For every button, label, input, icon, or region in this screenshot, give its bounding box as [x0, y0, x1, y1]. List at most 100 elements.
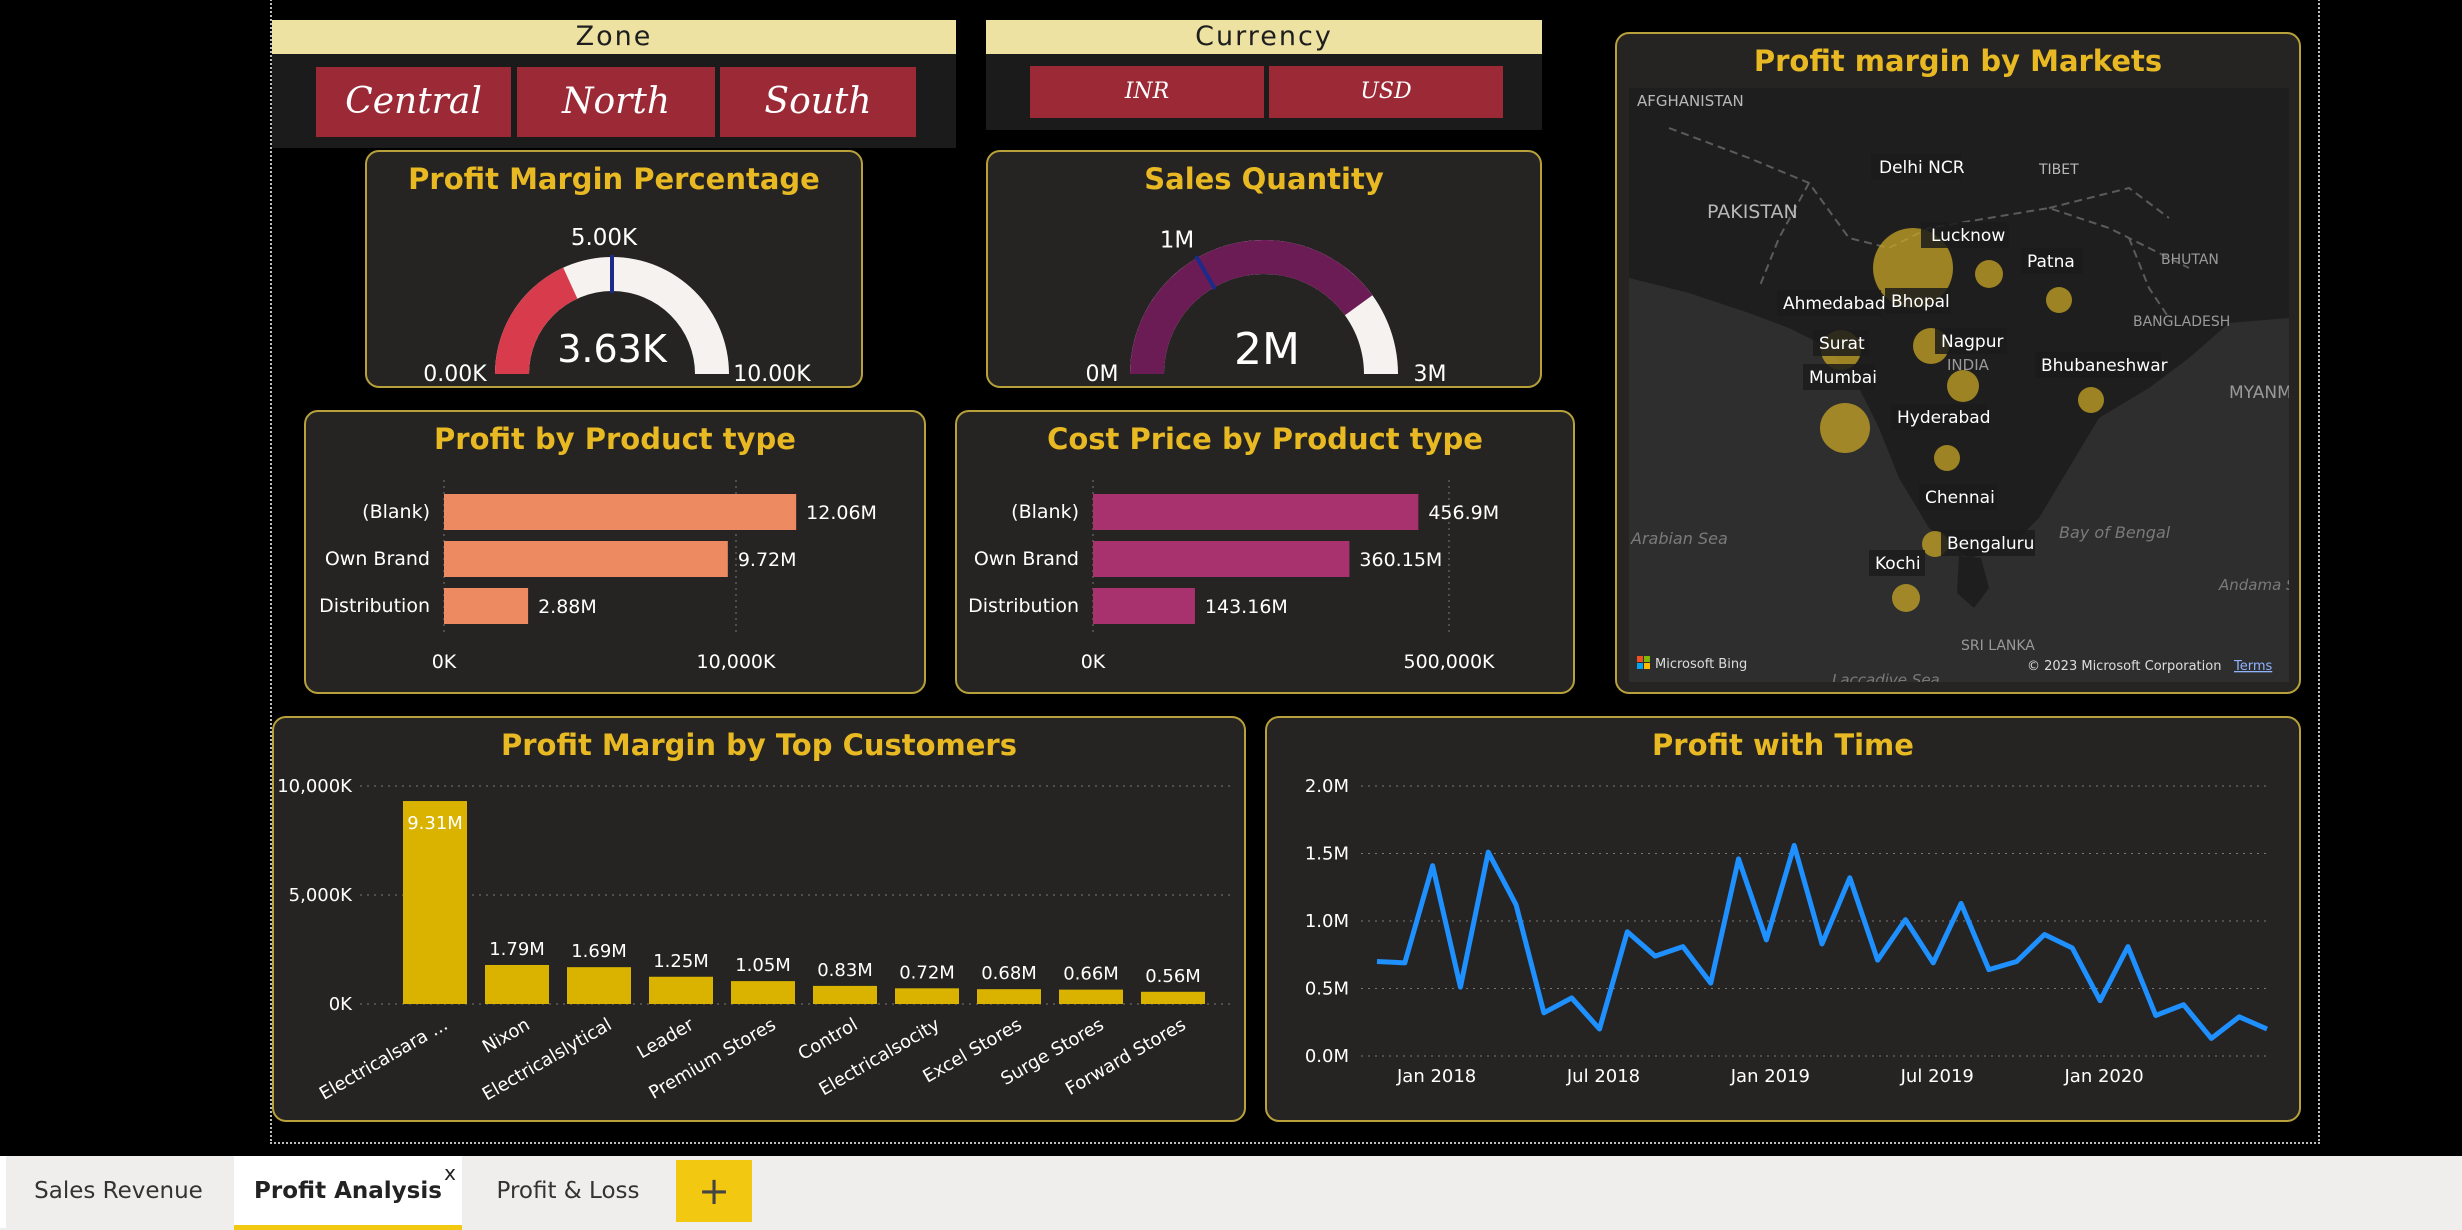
tick-label: 1.5M	[1305, 844, 1349, 865]
tab-profit-analysis[interactable]: Profit Analysis	[234, 1156, 462, 1230]
bubble-kochi	[1892, 584, 1920, 612]
category-label: Electricalsara ...	[316, 1014, 452, 1104]
add-page-button[interactable]: +	[676, 1160, 752, 1222]
zone-central-button[interactable]: Central	[316, 67, 511, 137]
bar	[1093, 588, 1195, 624]
category-label: Own Brand	[974, 548, 1079, 570]
top-customers-chart: 0K 5,000K 10,000K 9.31M Electricalsara ... 1.…	[277, 776, 1232, 1105]
profit-time-card[interactable]: Profit with Time 0.0M 0.5M 1.0M 1.5M 2.0M Jan…	[1265, 716, 2301, 1122]
city-label: Mumbai	[1809, 368, 1877, 388]
tab-label: Profit Analysis	[254, 1178, 442, 1204]
data-label: 9.72M	[738, 549, 797, 571]
sales-quantity-gauge: 1M 2M 0M 3M	[1086, 228, 1447, 386]
map-label: Arabian Sea	[1630, 529, 1728, 548]
city-label: Nagpur	[1941, 332, 2003, 352]
gauge-max-label: 3M	[1414, 362, 1447, 386]
tab-sales-revenue[interactable]: Sales Revenue	[16, 1156, 221, 1226]
bar	[649, 976, 713, 1004]
tick-label: 2.0M	[1305, 776, 1349, 797]
tick-label: Jan 2018	[1396, 1066, 1476, 1087]
map-label: TIBET	[2038, 162, 2079, 178]
bubble-patna	[2046, 287, 2072, 313]
category-label: (Blank)	[1011, 501, 1079, 523]
map-title: Profit margin by Markets	[1753, 44, 2163, 78]
map-attribution: Microsoft Bing	[1655, 657, 1747, 672]
data-label: 0.72M	[899, 962, 955, 983]
map-label: Bay of Bengal	[2059, 523, 2171, 542]
bubble-lucknow	[1975, 260, 2003, 288]
tick-label: 10,000K	[277, 776, 353, 797]
profit-map[interactable]: AFGHANISTAN PAKISTAN TIBET BHUTAN BANGLA…	[1629, 88, 2289, 682]
map-label: PAKISTAN	[1707, 201, 1798, 223]
data-label: 0.66M	[1063, 964, 1119, 985]
sales-quantity-gauge-card[interactable]: Sales Quantity 1M 2M 0M 3M	[986, 150, 1542, 388]
cost-by-product-card[interactable]: Cost Price by Product type (Blank) 456.9M…	[955, 410, 1575, 694]
bar	[567, 967, 631, 1004]
profit-time-chart: 0.0M 0.5M 1.0M 1.5M 2.0M Jan 2018 Jul 2018 Jan …	[1305, 776, 2269, 1087]
zone-slicer-header: Zone	[272, 20, 956, 54]
profit-by-product-chart: (Blank) 12.06M Own Brand 9.72M Distribution 2…	[319, 480, 877, 673]
data-label: 9.31M	[407, 813, 463, 834]
data-label: 2.88M	[538, 596, 597, 618]
currency-usd-button[interactable]: USD	[1269, 66, 1503, 118]
data-label: 0.56M	[1145, 966, 1201, 987]
bar	[485, 964, 549, 1004]
data-label: 360.15M	[1359, 549, 1442, 571]
page-tab-bar: Sales Revenue Profit Analysis x Profit &…	[0, 1156, 2462, 1230]
bubble-bhubaneshwar	[2078, 387, 2104, 413]
city-label: Delhi NCR	[1879, 158, 1965, 178]
city-label: Hyderabad	[1897, 408, 1991, 428]
bar	[444, 541, 728, 577]
currency-inr-button[interactable]: INR	[1030, 66, 1264, 118]
gauge-target-label: 1M	[1160, 228, 1194, 254]
city-label: Bengaluru	[1947, 534, 2034, 554]
bubble-nagpur	[1947, 370, 1979, 402]
category-label: Nixon	[479, 1014, 534, 1058]
bar	[895, 988, 959, 1004]
gauge-max-label: 10.00K	[733, 362, 811, 386]
map-label: SRI LANKA	[1961, 638, 2035, 654]
tick-label: Jul 2018	[1566, 1066, 1640, 1087]
map-label: BHUTAN	[2161, 252, 2219, 268]
zone-south-button[interactable]: South	[720, 67, 916, 137]
gauge-min-label: 0.00K	[423, 362, 487, 386]
city-label: Chennai	[1925, 488, 1995, 508]
zone-north-button[interactable]: North	[517, 67, 715, 137]
tab-strip-edge	[0, 1156, 6, 1228]
gauge-value-label: 2M	[1234, 324, 1300, 375]
tick-label: 0.0M	[1305, 1046, 1349, 1067]
profit-map-card[interactable]: Profit margin by Markets AFGHANISTAN PAK…	[1615, 32, 2301, 694]
category-label: Distribution	[319, 595, 430, 617]
category-label: Control	[795, 1014, 862, 1065]
map-label: MYANM	[2229, 383, 2289, 403]
tick-label: 0K	[432, 651, 457, 673]
tab-profit-and-loss[interactable]: Profit & Loss	[478, 1156, 658, 1226]
profit-margin-gauge: 5.00K 3.63K 0.00K 10.00K	[423, 225, 811, 386]
top-customers-card[interactable]: Profit Margin by Top Customers 0K 5,000K 1…	[272, 716, 1246, 1122]
data-label: 12.06M	[806, 502, 877, 524]
tick-label: 10,000K	[697, 651, 776, 673]
map-label: Laccadive Sea	[1832, 671, 1940, 682]
data-label: 143.16M	[1205, 596, 1288, 618]
map-label: Andama Sea	[2218, 576, 2289, 594]
category-label: Leader	[634, 1014, 698, 1063]
series-line	[1376, 842, 2269, 1041]
city-label: Lucknow	[1931, 226, 2005, 246]
data-label: 1.79M	[489, 939, 545, 960]
tick-label: 1.0M	[1305, 911, 1349, 932]
data-label: 1.69M	[571, 941, 627, 962]
tab-close-icon[interactable]: x	[440, 1138, 460, 1208]
city-label: Kochi	[1875, 554, 1921, 574]
gauge-min-label: 0M	[1086, 362, 1119, 386]
data-label: 456.9M	[1428, 502, 1499, 524]
city-label: Bhopal	[1891, 292, 1950, 312]
tick-label: 5,000K	[289, 885, 354, 906]
category-label: Own Brand	[325, 548, 430, 570]
bar	[1141, 991, 1205, 1004]
profit-margin-gauge-card[interactable]: Profit Margin Percentage 5.00K 3.63K 0.0…	[365, 150, 863, 388]
cost-by-product-chart: (Blank) 456.9M Own Brand 360.15M Distributio…	[968, 480, 1499, 673]
tick-label: 0.5M	[1305, 979, 1349, 1000]
currency-slicer: INR USD	[986, 54, 1542, 130]
profit-by-product-card[interactable]: Profit by Product type (Blank) 12.06M Own …	[304, 410, 926, 694]
bubble-mumbai	[1820, 403, 1870, 453]
